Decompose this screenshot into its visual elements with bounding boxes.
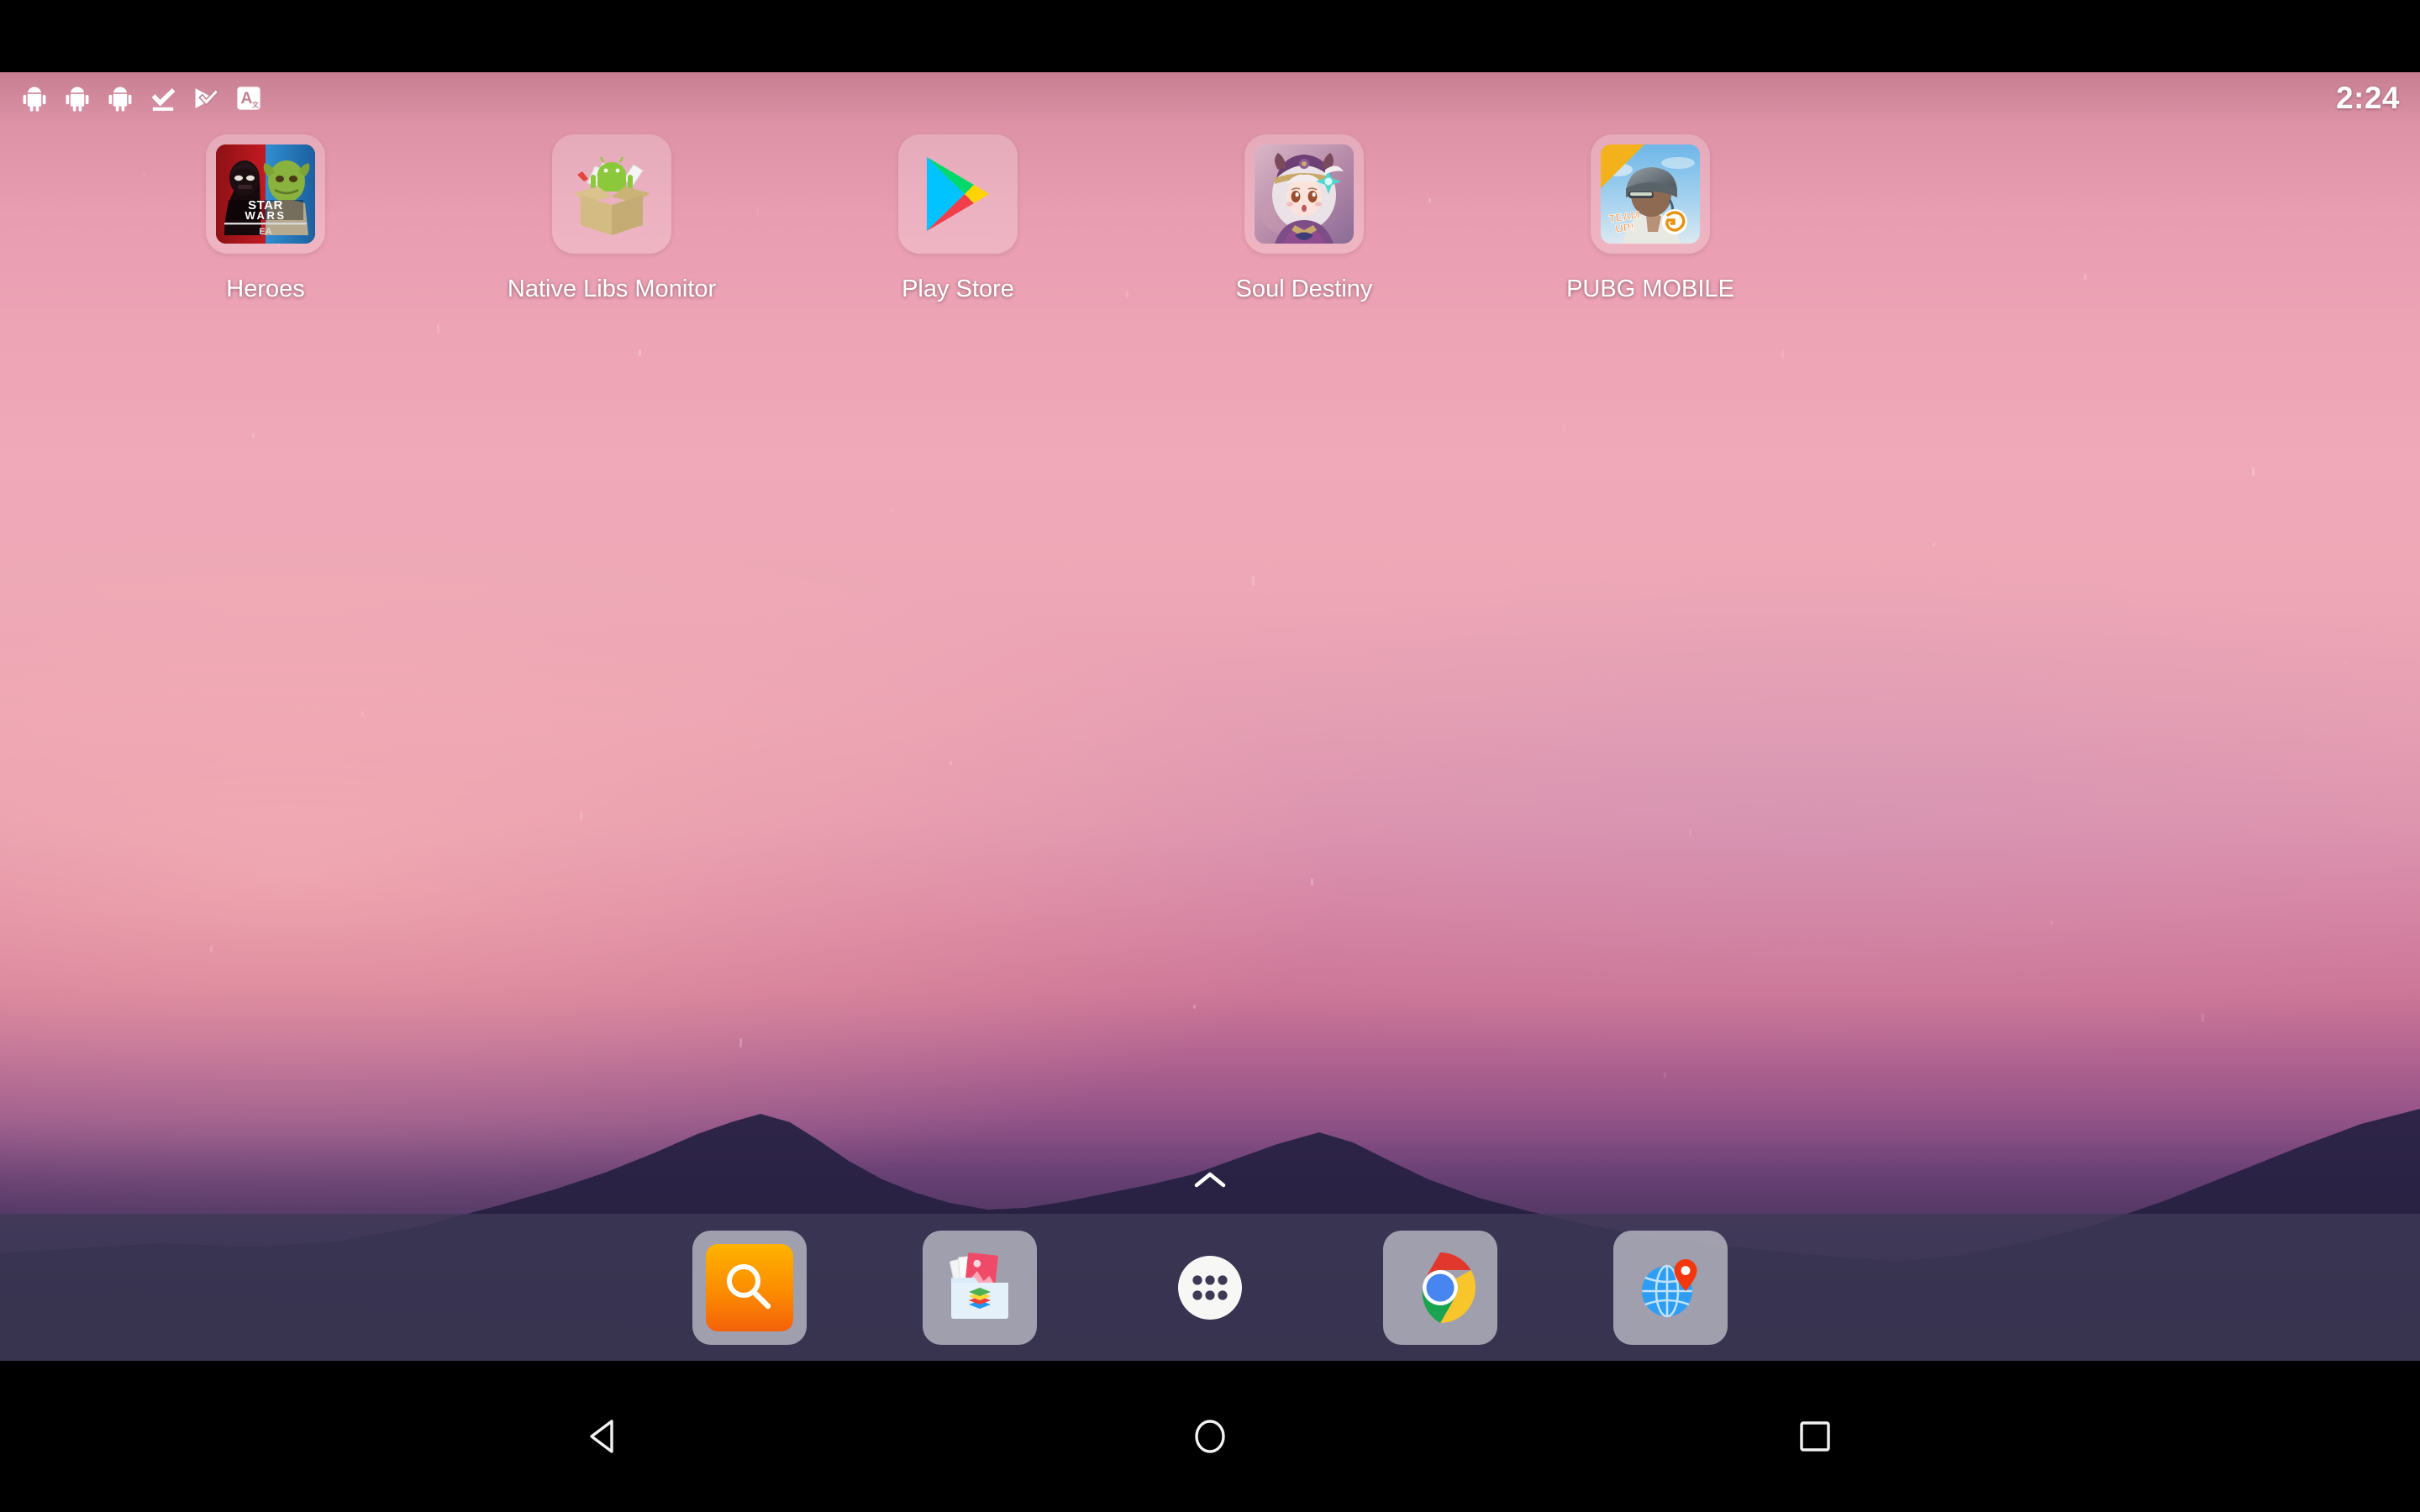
circle-icon (1195, 1420, 1225, 1453)
drawer-chevron-up-icon (1194, 1172, 1226, 1188)
star-wars-heroes-icon: STAR WARS EA (216, 144, 315, 244)
android-home-screen: A 文 2:24 STAR WARS EA Heroes Native Libs… (0, 0, 2420, 1512)
nav-recents-button[interactable] (1664, 1361, 1966, 1512)
app-label: PUBG MOBILE (1566, 276, 1734, 302)
app-icon-play-store[interactable]: Play Store (785, 134, 1131, 303)
check-download-complete-icon (151, 88, 176, 111)
icon-plate: STAR WARS EA (206, 134, 325, 254)
magnifier-icon (706, 1243, 793, 1331)
square-icon (1800, 1421, 1830, 1452)
chrome-icon (1422, 1252, 1476, 1323)
app-icon-heroes[interactable]: STAR WARS EA Heroes (92, 134, 439, 303)
dock (0, 1214, 2420, 1361)
pubg-mobile-icon: PUBG TEAM UP! (1601, 144, 1700, 244)
app-label: Native Libs Monitor (507, 276, 717, 302)
app-icon-native-libs-monitor[interactable]: Native Libs Monitor (439, 134, 785, 303)
dock-item-chrome-app[interactable] (1383, 1230, 1497, 1345)
play-check-icon (195, 88, 219, 108)
status-bar: A 文 2:24 (0, 72, 2420, 124)
dock-plate (923, 1230, 1037, 1345)
app-icon-soul-destiny[interactable]: Soul Destiny (1131, 134, 1477, 303)
icon-plate: PUBG TEAM UP! (1591, 134, 1710, 254)
nav-home-button[interactable] (1059, 1361, 1361, 1512)
triangle-left-icon (590, 1420, 613, 1453)
android-notification-icon-3 (108, 87, 132, 112)
android-notification-icon-2 (66, 87, 89, 112)
drawer-handle[interactable] (1180, 1161, 1240, 1200)
folder-photos-icon (950, 1252, 1008, 1319)
icon-plate (1244, 134, 1364, 254)
app-label: Soul Destiny (1235, 276, 1373, 302)
apps-grid-icon (1178, 1255, 1242, 1320)
status-bar-clock: 2:24 (2335, 81, 2400, 115)
play-store-icon (927, 157, 989, 231)
status-bar-notification-icons[interactable]: A 文 (20, 84, 263, 113)
svg-text:A: A (241, 90, 253, 108)
svg-text:UP!: UP! (1614, 220, 1634, 235)
dock-plate (1613, 1230, 1728, 1345)
dock-item-location-app[interactable] (1613, 1230, 1728, 1345)
svg-text:WARS: WARS (245, 209, 287, 222)
globe-pin-icon (1642, 1258, 1697, 1317)
nav-back-button[interactable] (454, 1361, 756, 1512)
svg-text:EA: EA (259, 227, 271, 237)
native-libs-monitor-icon (574, 156, 650, 235)
dock-plate (1153, 1231, 1267, 1345)
svg-text:文: 文 (252, 100, 259, 108)
navigation-bar (0, 1361, 2420, 1512)
dock-item-media-manager-app[interactable] (923, 1230, 1037, 1345)
soul-destiny-icon (1255, 144, 1354, 244)
dock-plate (692, 1230, 807, 1345)
app-label: Play Store (902, 276, 1014, 302)
home-app-grid: STAR WARS EA Heroes Native Libs Monitor … (0, 134, 2420, 303)
dock-plate (1383, 1230, 1497, 1345)
icon-plate (898, 134, 1018, 254)
translate-a-icon: A 文 (237, 87, 260, 110)
app-label: Heroes (226, 276, 305, 302)
dock-item-search-app[interactable] (692, 1230, 807, 1345)
dock-item-all-apps-button[interactable] (1153, 1231, 1267, 1345)
app-icon-pubg-mobile[interactable]: PUBG TEAM UP! PUBG MOBILE (1477, 134, 1823, 303)
icon-plate (552, 134, 671, 254)
android-notification-icon-1 (23, 87, 46, 112)
